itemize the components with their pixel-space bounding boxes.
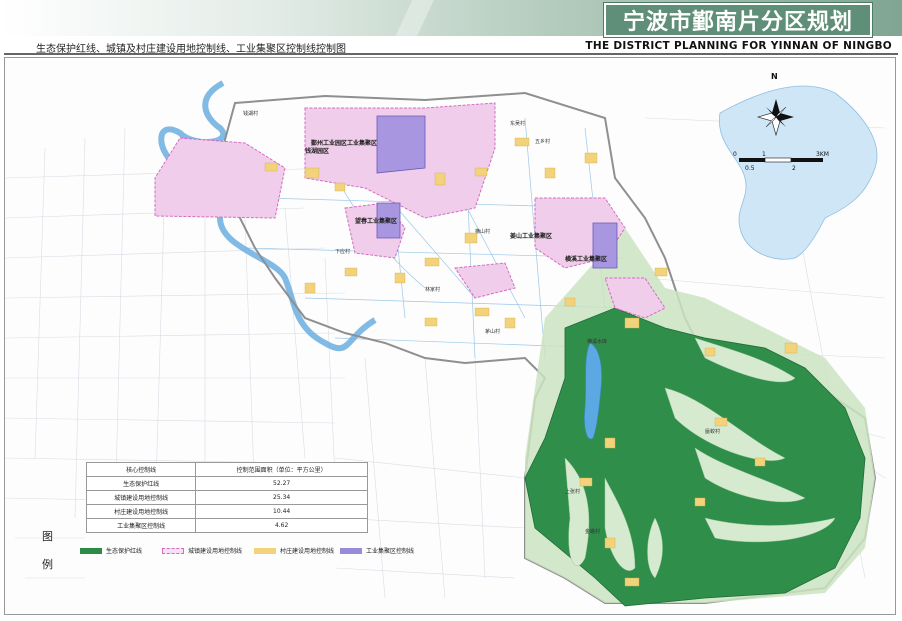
table-cell-name: 工业集聚区控制线 <box>85 518 197 533</box>
legend-title-bottom: 例 <box>42 558 53 571</box>
legend-item-town: 城镇建设用地控制线 <box>162 546 242 555</box>
table-cell-name: 城镇建设用地控制线 <box>85 490 197 505</box>
lake <box>718 85 878 260</box>
table-row: 工业集聚区控制线 4.62 <box>85 518 368 533</box>
page-title: 宁波市鄞南片分区规划 <box>603 2 873 38</box>
table-cell-name: 村庄建设用地控制线 <box>85 504 197 519</box>
legend-label: 村庄建设用地控制线 <box>280 548 335 555</box>
legend-item-ecological: 生态保护红线 <box>80 546 142 555</box>
statistics-table: 核心控制线 控制范围面积（单位：平方公里） 生态保护红线 52.27 城镇建设用… <box>85 462 368 533</box>
scale-tick-0: 0 <box>733 151 737 158</box>
legend-swatch-town <box>162 547 184 554</box>
village-label-1: 东吴村 <box>510 121 526 127</box>
subtitle-en: THE DISTRICT PLANNING FOR YINNAN OF NING… <box>585 40 892 52</box>
reservoir-label: 横溪水库 <box>587 339 608 345</box>
village-label-9: 蜃蛟村 <box>705 429 721 435</box>
table-cell-value: 10.44 <box>195 504 368 519</box>
zone-label-4: 钱湖园区 <box>305 148 330 155</box>
zone-label-1: 望春工业集聚区 <box>355 218 398 225</box>
legend-swatch-ecological <box>80 547 102 554</box>
table-row: 生态保护红线 52.27 <box>85 476 368 491</box>
table-cell-value: 4.62 <box>195 518 368 533</box>
table-cell-value: 52.27 <box>195 476 368 491</box>
compass-north-label: N <box>771 72 778 81</box>
scale-tick-2: 3KM <box>816 151 829 158</box>
zone-label-2: 姜山工业集聚区 <box>510 233 553 240</box>
legend-item-industrial: 工业集聚区控制线 <box>340 546 414 555</box>
table-row: 城镇建设用地控制线 25.34 <box>85 490 368 505</box>
village-label-7: 五乡村 <box>535 139 551 145</box>
village-label-3: 林家村 <box>425 287 441 293</box>
scale-subtick-1: 2 <box>792 165 796 172</box>
village-label-6: 下应村 <box>335 249 351 255</box>
zone-label-3: 横溪工业集聚区 <box>565 256 608 263</box>
table-header-value: 控制范围面积（单位：平方公里） <box>195 462 368 477</box>
header-rule <box>4 53 898 55</box>
village-label-2: 横山村 <box>475 229 491 235</box>
table-cell-name: 生态保护红线 <box>85 476 197 491</box>
table-cell-value: 25.34 <box>195 490 368 505</box>
scale-tick-1: 1 <box>762 151 766 158</box>
legend-label: 工业集聚区控制线 <box>366 548 415 555</box>
scale-bar <box>739 157 823 163</box>
table-row: 村庄建设用地控制线 10.44 <box>85 504 368 519</box>
legend-item-village: 村庄建设用地控制线 <box>254 546 334 555</box>
village-label-5: 上张村 <box>565 489 581 495</box>
village-label-8: 茅山村 <box>485 329 501 335</box>
scale-subtick-0: 0.5 <box>745 165 755 172</box>
table-header-name: 核心控制线 <box>85 462 197 477</box>
legend-swatch-village <box>254 547 276 554</box>
legend-swatch-industrial <box>340 547 362 554</box>
table-header-row: 核心控制线 控制范围面积（单位：平方公里） <box>85 462 368 477</box>
legend-label: 生态保护红线 <box>106 548 143 555</box>
village-label-0: 钱湖村 <box>243 111 259 117</box>
legend-label: 城镇建设用地控制线 <box>188 548 243 555</box>
village-label-4: 金峨村 <box>585 529 601 535</box>
legend-title-top: 图 <box>42 530 53 543</box>
